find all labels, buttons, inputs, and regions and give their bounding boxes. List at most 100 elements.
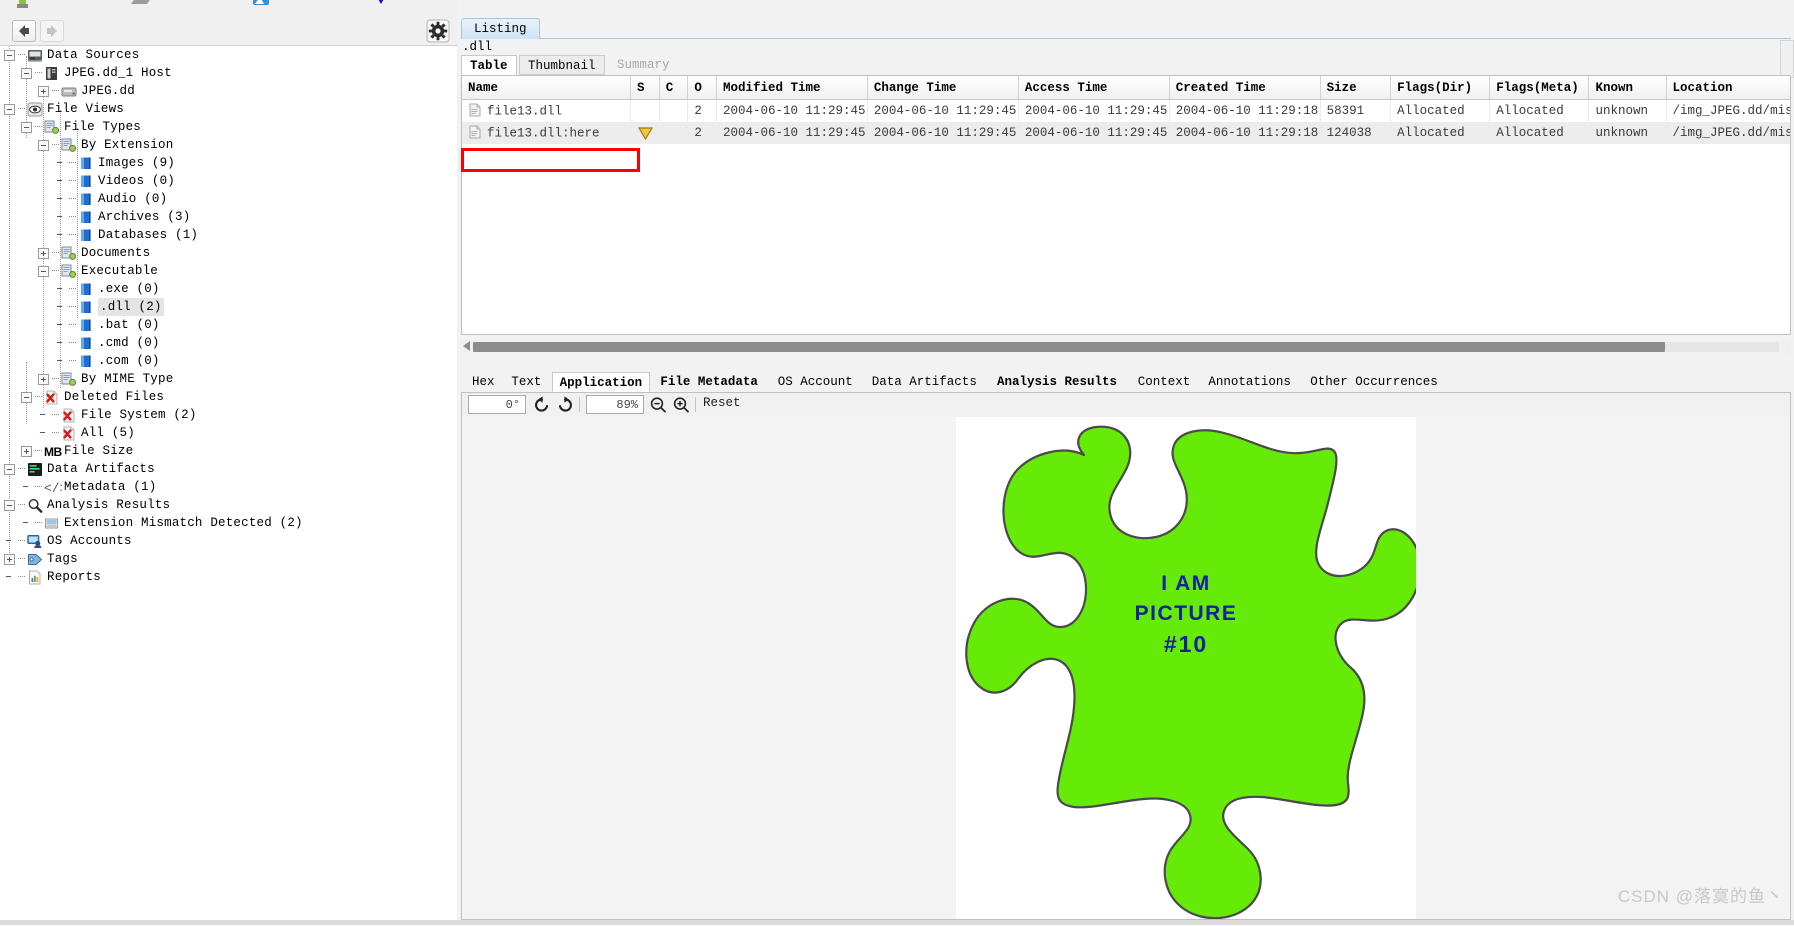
viewer-tab-analysis-results[interactable]: Analysis Results: [990, 372, 1124, 392]
file-listing-table[interactable]: Name S C O Modified Time Change Time Access Ti…: [461, 75, 1791, 335]
column-header-name[interactable]: Name: [462, 76, 632, 100]
zoom-out-icon[interactable]: [648, 395, 668, 415]
tree-item-videos-0[interactable]: Videos (0): [0, 172, 457, 190]
tree-item-images-9[interactable]: Images (9): [0, 154, 457, 172]
tree-item-deleted-files[interactable]: Deleted Files: [0, 388, 457, 406]
viewer-tab-other-occurrences[interactable]: Other Occurrences: [1303, 372, 1445, 392]
tree-item-os-accounts[interactable]: OS Accounts: [0, 532, 457, 550]
table-row[interactable]: file13.dll22004-06-10 11:29:45 CST2004-0…: [462, 99, 1790, 122]
tree-toggle-minus-icon[interactable]: [21, 121, 32, 133]
tree-item-label: File System (2): [81, 408, 197, 422]
file-icon: [468, 125, 482, 139]
tree-item-data-sources[interactable]: Data Sources: [0, 46, 457, 64]
listing-view-tab-table[interactable]: Table: [461, 55, 517, 75]
listing-scroll-strip[interactable]: [1780, 40, 1794, 78]
tree-toggle-plus-icon[interactable]: [38, 85, 49, 97]
tree-item-by-extension[interactable]: By Extension: [0, 136, 457, 154]
table-row[interactable]: file13.dll:here22004-06-10 11:29:45 CST2…: [462, 122, 1790, 144]
tree-item-all-5[interactable]: All (5): [0, 424, 457, 442]
tree-item-bat-0[interactable]: .bat (0): [0, 316, 457, 334]
column-header-c[interactable]: C: [659, 76, 689, 100]
tree-toggle-minus-icon[interactable]: [4, 103, 15, 115]
tree-item-metadata-1[interactable]: </>Metadata (1): [0, 478, 457, 496]
tree-connector: [35, 396, 42, 398]
tree-item-jpeg-dd[interactable]: JPEG.dd: [0, 82, 457, 100]
tree-item-file-system-2[interactable]: File System (2): [0, 406, 457, 424]
rotate-right-icon[interactable]: [555, 395, 575, 415]
column-header-change-time[interactable]: Change Time: [867, 76, 1019, 100]
reset-button[interactable]: Reset: [703, 396, 741, 410]
tree-connector: [18, 540, 25, 542]
tree-toggle-minus-icon[interactable]: [38, 265, 49, 277]
timeline-icon[interactable]: [368, 0, 394, 14]
column-header-location[interactable]: Location: [1666, 76, 1790, 100]
image-canvas[interactable]: I AM PICTURE #10: [462, 417, 1790, 919]
column-header-o[interactable]: O: [687, 76, 717, 100]
viewer-tab-annotations[interactable]: Annotations: [1201, 372, 1298, 392]
images-videos-icon[interactable]: [248, 0, 274, 14]
viewer-tab-text[interactable]: Text: [504, 372, 548, 392]
tree-item-com-0[interactable]: .com (0): [0, 352, 457, 370]
zoom-in-icon[interactable]: [671, 395, 691, 415]
viewer-tab-file-metadata[interactable]: File Metadata: [653, 372, 765, 392]
rotate-left-icon[interactable]: [532, 395, 552, 415]
tree-toggle-minus-icon[interactable]: [21, 67, 32, 79]
tree-toggle-plus-icon[interactable]: [38, 373, 49, 385]
tree-item-by-mime-type[interactable]: By MIME Type: [0, 370, 457, 388]
gear-icon[interactable]: [426, 19, 450, 43]
rotation-field[interactable]: 0°: [468, 395, 526, 414]
tree-item-exe-0[interactable]: .exe (0): [0, 280, 457, 298]
tree-toggle-minus-icon[interactable]: [4, 499, 15, 511]
add-data-source-icon[interactable]: [128, 0, 154, 14]
tab-listing[interactable]: Listing: [461, 18, 540, 39]
tree-item-audio-0[interactable]: Audio (0): [0, 190, 457, 208]
listing-view-tab-thumbnail[interactable]: Thumbnail: [519, 55, 605, 75]
column-header-modified-time[interactable]: Modified Time: [716, 76, 868, 100]
table-horizontal-scrollbar[interactable]: [461, 340, 1791, 354]
tree-toggle-minus-icon[interactable]: [4, 463, 15, 475]
tree-item-databases-1[interactable]: Databases (1): [0, 226, 457, 244]
column-header-s[interactable]: S: [630, 76, 660, 100]
explorer-tree[interactable]: Data Sources JPEG.dd_1 Host JPEG.dd File Vi…: [0, 45, 457, 926]
tree-item-documents[interactable]: Documents: [0, 244, 457, 262]
tree-item-tags[interactable]: Tags: [0, 550, 457, 568]
table-body[interactable]: file13.dll22004-06-10 11:29:45 CST2004-0…: [462, 99, 1790, 144]
tree-item-jpeg-dd-1-host[interactable]: JPEG.dd_1 Host: [0, 64, 457, 82]
tree-item-extension-mismatch-detected-2[interactable]: Extension Mismatch Detected (2): [0, 514, 457, 532]
tree-toggle-minus-icon[interactable]: [38, 139, 49, 151]
column-header-known[interactable]: Known: [1588, 76, 1667, 100]
tree-item-file-types[interactable]: File Types: [0, 118, 457, 136]
tree-item-file-views[interactable]: File Views: [0, 100, 457, 118]
tree-item-file-size[interactable]: MB File Size: [0, 442, 457, 460]
green-marker-icon[interactable]: [10, 0, 36, 14]
scroll-thumb[interactable]: [473, 342, 1665, 352]
tree-toggle-minus-icon[interactable]: [21, 391, 32, 403]
tree-item-cmd-0[interactable]: .cmd (0): [0, 334, 457, 352]
cell-occurrences: 2: [687, 122, 717, 144]
tree-item-data-artifacts[interactable]: Data Artifacts: [0, 460, 457, 478]
column-header-created-time[interactable]: Created Time: [1169, 76, 1321, 100]
tree-toggle-plus-icon[interactable]: [38, 247, 49, 259]
viewer-tab-application[interactable]: Application: [551, 372, 651, 392]
forward-button[interactable]: [40, 20, 64, 42]
scroll-left-arrow[interactable]: [463, 341, 470, 351]
column-header-access-time[interactable]: Access Time: [1018, 76, 1170, 100]
column-header-flags-meta[interactable]: Flags(Meta): [1489, 76, 1590, 100]
viewer-tab-hex[interactable]: Hex: [465, 372, 502, 392]
tree-item-analysis-results[interactable]: Analysis Results: [0, 496, 457, 514]
column-header-flags-dir[interactable]: Flags(Dir): [1390, 76, 1491, 100]
back-button[interactable]: [12, 20, 36, 42]
mismatch-icon: [44, 516, 60, 531]
tree-connector: [69, 216, 76, 218]
tree-toggle-minus-icon[interactable]: [4, 49, 15, 61]
tree-item-reports[interactable]: Reports: [0, 568, 457, 586]
zoom-field[interactable]: 89%: [586, 395, 644, 414]
tree-item-executable[interactable]: Executable: [0, 262, 457, 280]
file-types-icon: [61, 246, 77, 261]
tree-toggle-plus-icon[interactable]: [21, 445, 32, 457]
tree-item-dll-2[interactable]: .dll (2): [0, 298, 457, 316]
column-header-size[interactable]: Size: [1320, 76, 1392, 100]
cell-location: /img_JPEG.dd/misc/file13.dll: [1666, 122, 1790, 144]
tree-toggle-plus-icon[interactable]: [4, 553, 15, 565]
tree-item-archives-3[interactable]: Archives (3): [0, 208, 457, 226]
